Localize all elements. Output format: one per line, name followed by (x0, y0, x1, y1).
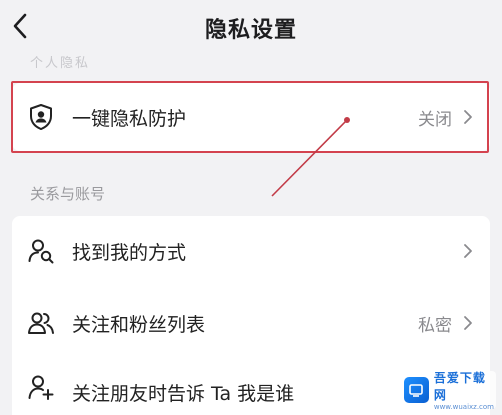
relations-section-label: 关系与账号 (30, 185, 106, 203)
follow-fans-list-row[interactable]: 关注和粉丝列表 私密 (12, 288, 490, 358)
follow-fans-list-label: 关注和粉丝列表 (72, 313, 206, 336)
search-user-icon (26, 236, 56, 266)
chevron-right-icon (458, 311, 478, 335)
find-me-row[interactable]: 找到我的方式 (12, 216, 490, 286)
chevron-right-icon (458, 239, 478, 263)
watermark-logo-icon (404, 377, 429, 403)
watermark-url: www.wuaixz.com (433, 403, 495, 411)
add-user-icon (26, 372, 56, 402)
watermark-name: 吾爱下载网 (433, 371, 486, 402)
tell-friends-label: 关注朋友时告诉 Ta 我是谁 (72, 383, 295, 405)
follow-fans-list-value: 私密 (418, 315, 452, 336)
site-watermark: 吾爱下载网 www.wuaixz.com (400, 371, 496, 411)
users-icon (26, 308, 56, 338)
find-me-label: 找到我的方式 (72, 241, 187, 264)
